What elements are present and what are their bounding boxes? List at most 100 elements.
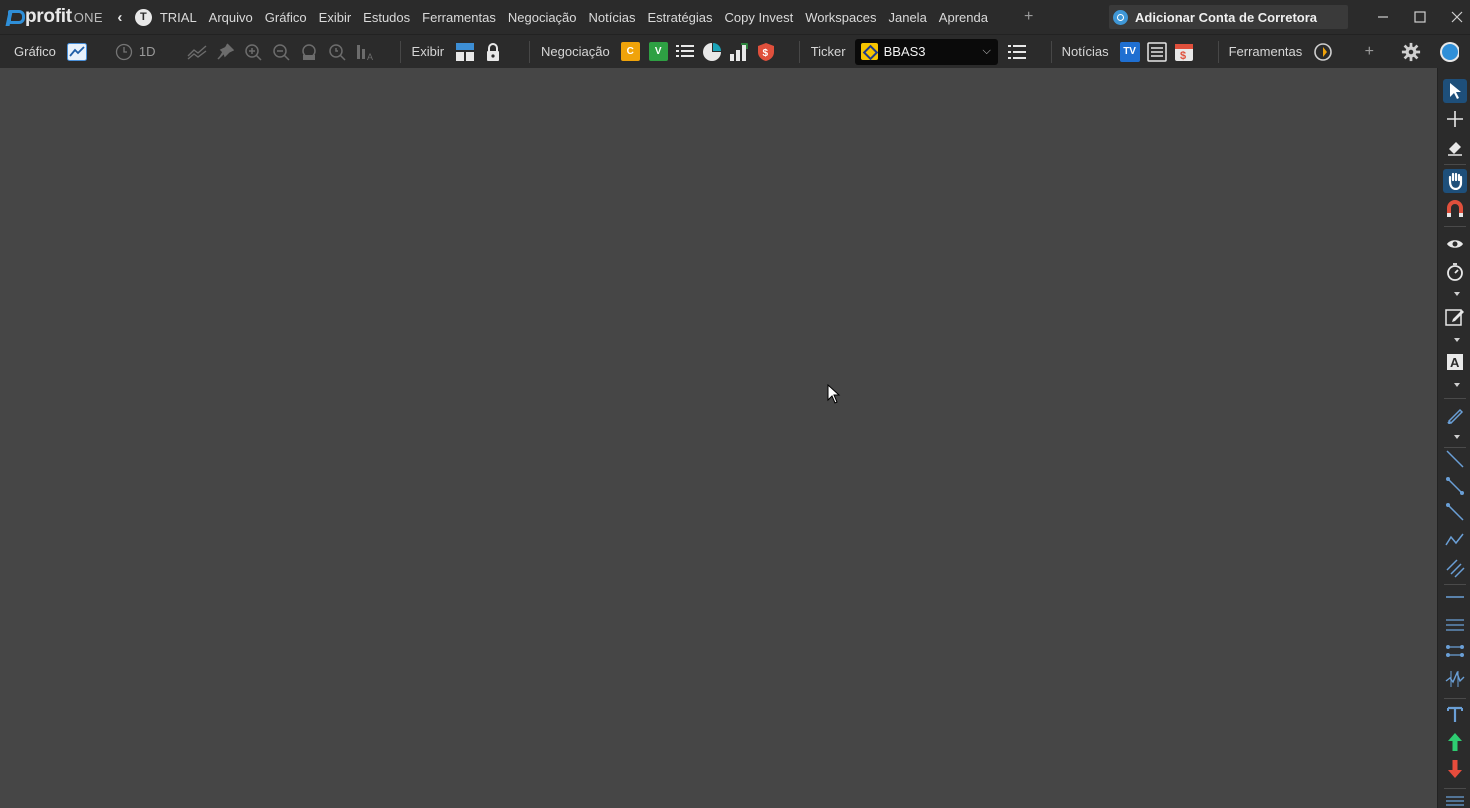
chart-lines-icon[interactable] — [187, 42, 207, 62]
minimize-icon[interactable] — [1365, 0, 1401, 34]
zoom-reset-icon[interactable] — [299, 42, 319, 62]
ticker-value: BBAS3 — [883, 44, 926, 59]
crosshair-icon[interactable] — [1443, 107, 1467, 131]
range-icon[interactable] — [1443, 639, 1467, 663]
buy-order-icon[interactable]: C — [620, 42, 640, 61]
layout-grid-icon[interactable] — [455, 42, 475, 62]
parallel-channel-icon[interactable] — [1443, 556, 1467, 580]
svg-text:A: A — [367, 52, 373, 61]
text-box-icon[interactable]: A — [1443, 350, 1467, 374]
zigzag-icon[interactable] — [1443, 528, 1467, 552]
exibir-label: Exibir — [411, 44, 445, 59]
zoom-out-icon[interactable] — [271, 42, 291, 62]
ticker-label: Ticker — [810, 44, 846, 59]
segment-icon[interactable] — [1443, 500, 1467, 524]
volume-icon[interactable]: A — [355, 42, 375, 62]
time-zoom-icon[interactable] — [327, 42, 347, 62]
eye-icon[interactable] — [1443, 232, 1467, 256]
tv-news-icon[interactable]: TV — [1119, 41, 1140, 62]
magnet-icon[interactable] — [1443, 197, 1467, 221]
ray-icon[interactable] — [1443, 474, 1467, 498]
shield-icon[interactable]: $ — [756, 42, 776, 62]
zoom-in-icon[interactable] — [243, 42, 263, 62]
menu-estrategias[interactable]: Estratégias — [647, 10, 712, 25]
toolbar-divider — [1050, 40, 1052, 63]
profit-logo-icon — [6, 8, 25, 26]
broker-add-icon — [1113, 9, 1128, 25]
maximize-icon[interactable] — [1402, 0, 1438, 34]
menu-janela[interactable]: Janela — [888, 10, 926, 25]
pointer-icon[interactable] — [1443, 79, 1467, 103]
menu-ferramentas[interactable]: Ferramentas — [422, 10, 496, 25]
sidebar-divider — [1444, 698, 1466, 699]
add-tab-plus-icon[interactable]: + — [1024, 8, 1033, 26]
stopwatch-caret-icon[interactable] — [1454, 292, 1460, 296]
chart-type-icon[interactable] — [66, 42, 87, 62]
pencil-caret-icon[interactable] — [1454, 338, 1460, 342]
add-broker-account-button[interactable]: Adicionar Conta de Corretora — [1109, 5, 1348, 29]
menu-arquivo[interactable]: Arquivo — [209, 10, 253, 25]
back-chevron-icon[interactable]: ‹ — [107, 9, 133, 26]
plus-icon[interactable]: + — [1359, 42, 1379, 62]
clock-icon[interactable] — [114, 42, 134, 62]
noticias-label: Notícias — [1061, 44, 1109, 59]
menu-negociacao[interactable]: Negociação — [508, 10, 577, 25]
drawing-tools-sidebar: A — [1437, 68, 1470, 808]
toolbar-divider — [399, 40, 401, 63]
menu-exibir[interactable]: Exibir — [319, 10, 352, 25]
svg-text:A: A — [1450, 355, 1460, 370]
trial-badge-icon[interactable]: T — [134, 8, 152, 26]
app-logo: profit ONE — [6, 0, 103, 34]
menu-noticias[interactable]: Notícias — [589, 10, 636, 25]
news-list-icon[interactable] — [1146, 41, 1167, 62]
menu-trial[interactable]: TRIAL — [160, 10, 197, 25]
pie-chart-icon[interactable] — [702, 42, 722, 62]
sidebar-divider — [1444, 164, 1466, 165]
timeframe-label[interactable]: 1D — [139, 44, 156, 59]
fibonacci-icon[interactable] — [1443, 667, 1467, 691]
negociacao-label: Negociação — [541, 44, 610, 59]
sell-order-icon[interactable]: V — [648, 42, 668, 61]
svg-text:$: $ — [1180, 50, 1186, 62]
compass-icon[interactable] — [1439, 41, 1460, 62]
pencil-box-icon[interactable] — [1443, 305, 1467, 329]
toolbar-divider — [1217, 40, 1219, 63]
chevron-down-icon: ⌵ — [982, 45, 991, 57]
line-icon[interactable] — [1443, 447, 1467, 471]
order-book-icon[interactable] — [675, 42, 695, 62]
sidebar-divider — [1444, 226, 1466, 227]
gear-icon[interactable] — [1401, 42, 1421, 62]
horizontal-line-icon[interactable] — [1443, 585, 1467, 609]
menu-copy-invest[interactable]: Copy Invest — [725, 10, 794, 25]
bar-chart-icon[interactable] — [729, 42, 749, 62]
grafico-label: Gráfico — [14, 44, 56, 59]
bank-logo-icon — [860, 43, 878, 60]
eraser-icon[interactable] — [1443, 135, 1467, 159]
menu-estudos[interactable]: Estudos — [363, 10, 410, 25]
lock-icon[interactable] — [483, 42, 503, 62]
menu-workspaces[interactable]: Workspaces — [805, 10, 876, 25]
logo-suffix: ONE — [73, 9, 103, 25]
brush-icon[interactable] — [1443, 403, 1467, 427]
menu-aprenda[interactable]: Aprenda — [939, 10, 988, 25]
logo-text: profit — [25, 6, 72, 27]
list-icon[interactable] — [1007, 42, 1027, 62]
close-icon[interactable] — [1439, 0, 1470, 34]
dollar-sheet-icon[interactable]: $ — [1174, 42, 1194, 62]
menu-grafico[interactable]: Gráfico — [265, 10, 307, 25]
chart-area[interactable] — [0, 68, 1437, 808]
double-line-icon[interactable] — [1443, 613, 1467, 637]
stopwatch-icon[interactable] — [1443, 260, 1467, 284]
mouse-pointer-icon — [827, 383, 841, 407]
arrow-down-icon[interactable] — [1443, 757, 1467, 781]
menu-lines-icon[interactable] — [1443, 787, 1467, 808]
main-toolbar: Gráfico 1D A Exibir Negociação C V $ Tic… — [0, 34, 1470, 68]
brush-caret-icon[interactable] — [1454, 435, 1460, 439]
ticker-select[interactable]: BBAS3 ⌵ — [854, 38, 998, 65]
text-caret-icon[interactable] — [1454, 383, 1460, 387]
hand-icon[interactable] — [1443, 169, 1467, 193]
text-icon[interactable] — [1443, 702, 1467, 726]
arrow-up-icon[interactable] — [1443, 730, 1467, 754]
refresh-icon[interactable] — [1313, 42, 1333, 62]
pin-icon[interactable] — [215, 42, 235, 62]
